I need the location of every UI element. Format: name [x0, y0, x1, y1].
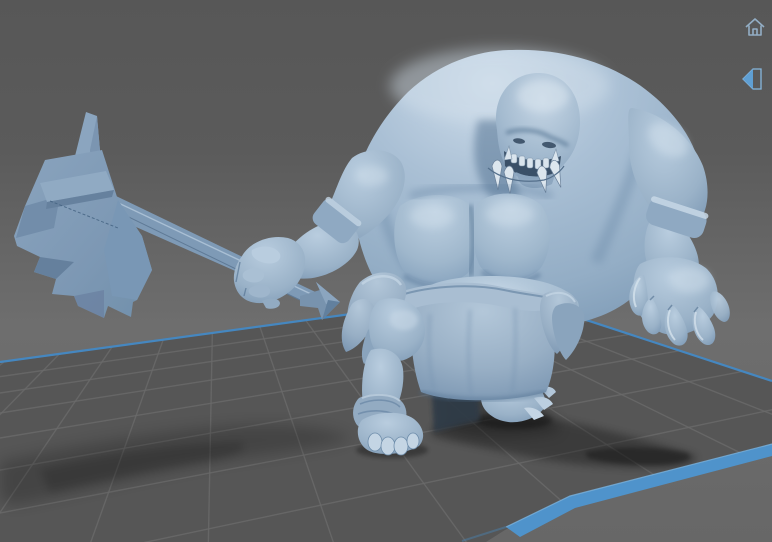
- viewport-canvas[interactable]: [0, 0, 772, 542]
- nav-back-button[interactable]: [738, 64, 768, 94]
- scene-render: [0, 48, 772, 542]
- pentagon-left-arrow-icon: [742, 68, 762, 90]
- house-icon: [745, 18, 765, 36]
- home-button[interactable]: [740, 12, 770, 42]
